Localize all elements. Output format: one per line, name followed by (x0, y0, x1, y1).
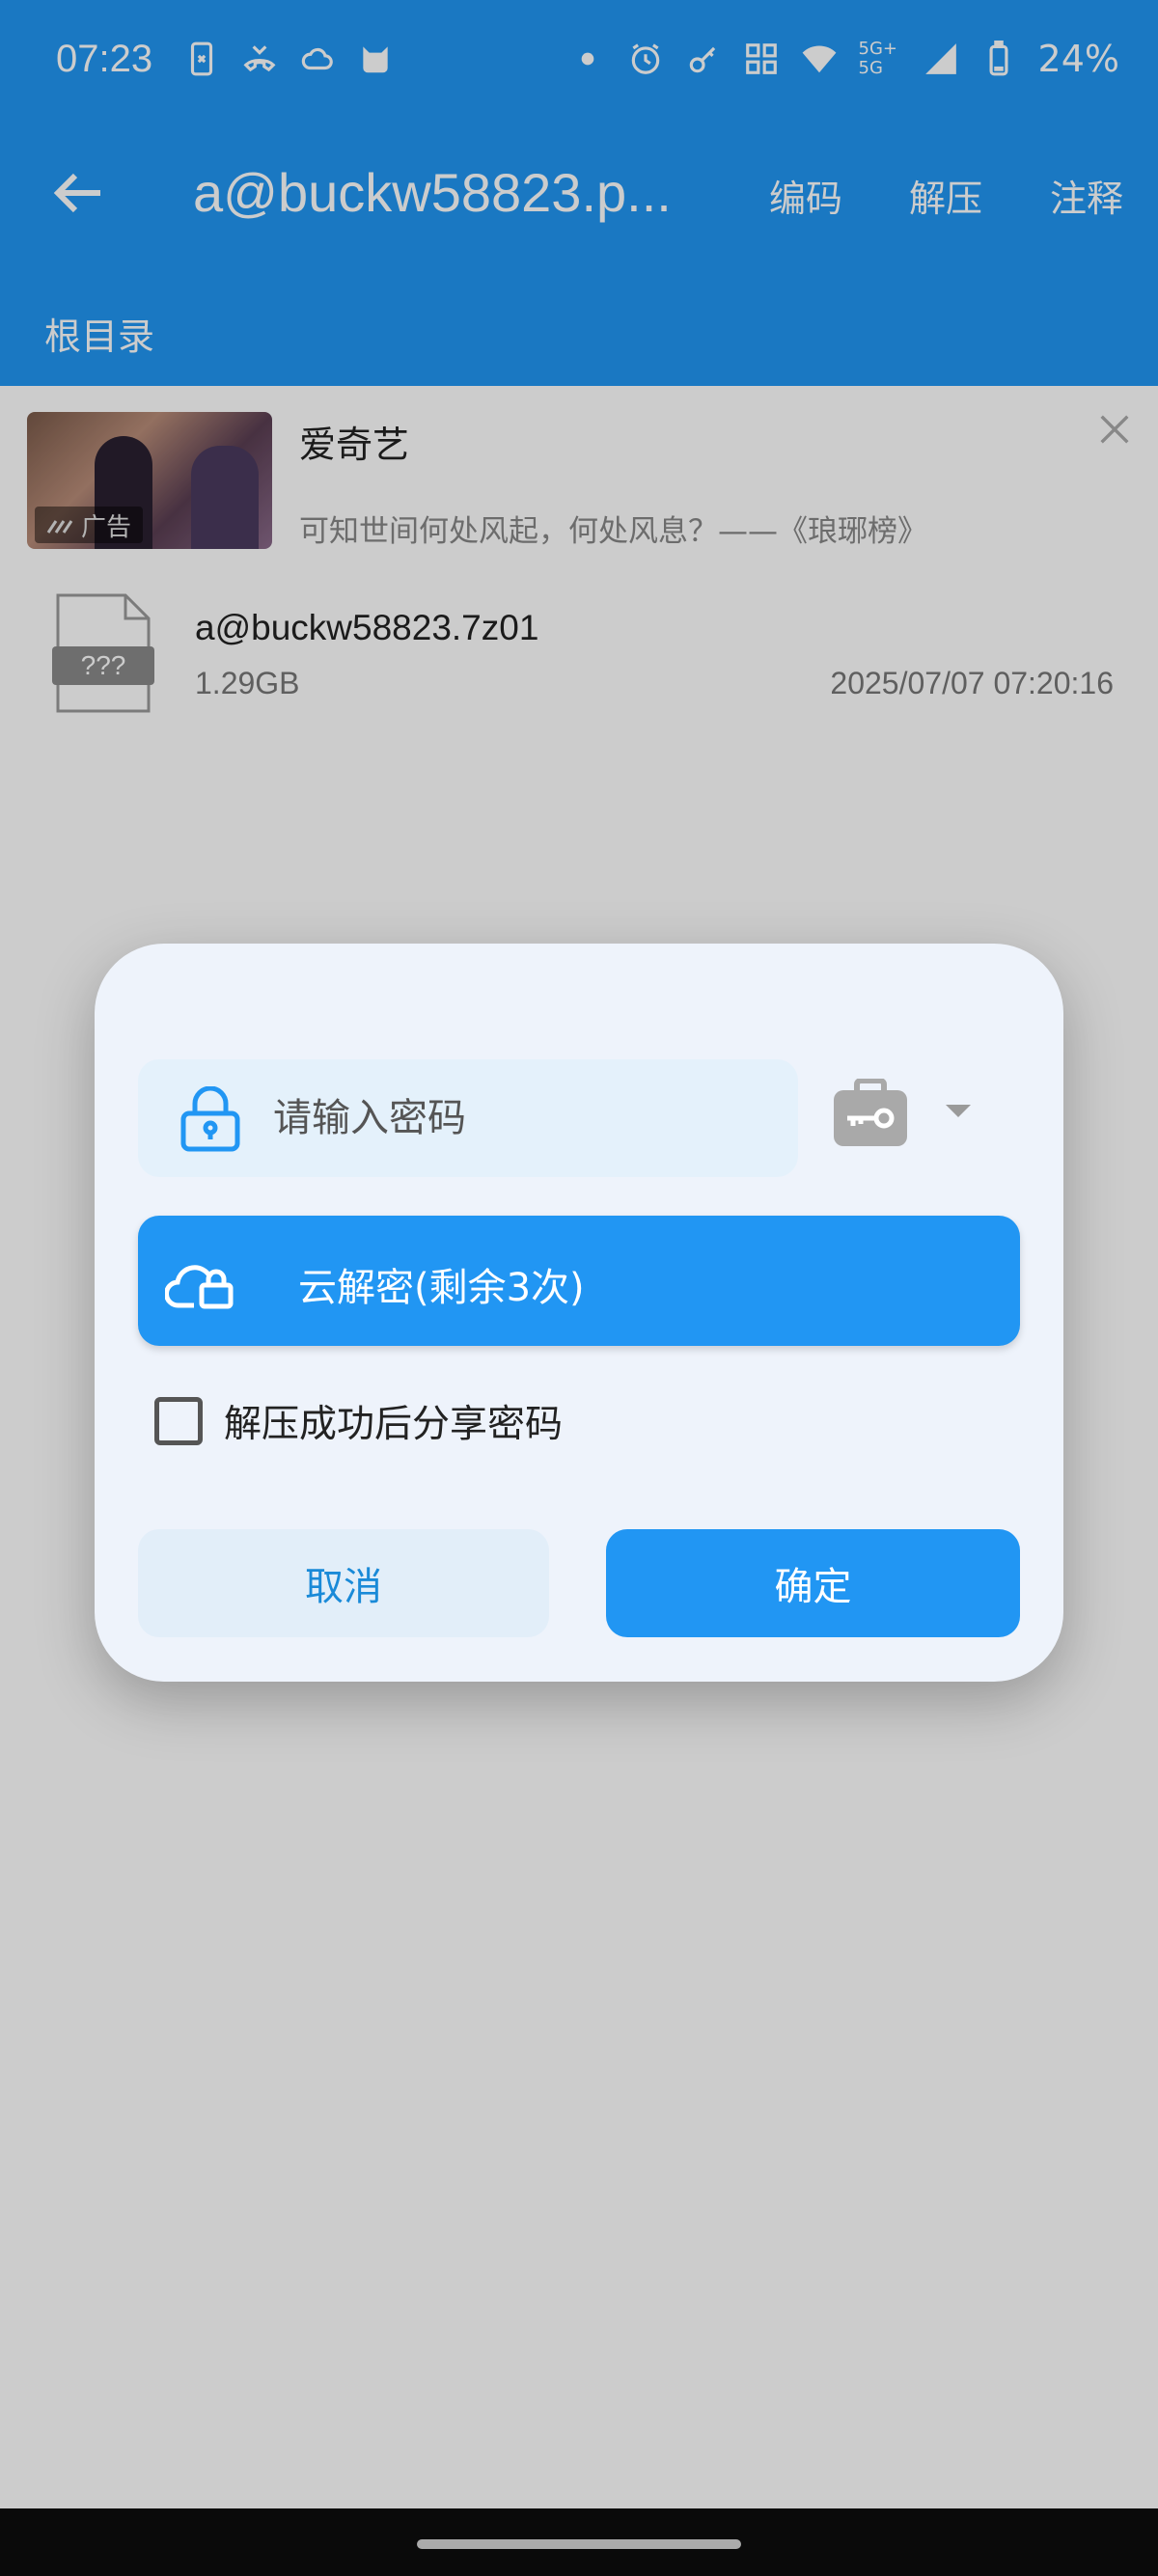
lock-icon (180, 1086, 240, 1152)
share-password-label: 解压成功后分享密码 (224, 1403, 564, 1446)
cloud-decrypt-label: 云解密(剩余3次) (298, 1266, 585, 1310)
password-input[interactable] (273, 1059, 775, 1177)
cloud-lock-icon (165, 1265, 234, 1309)
password-dialog: 云解密(剩余3次) 解压成功后分享密码 取消 确定 (95, 944, 1063, 1682)
chevron-down-icon[interactable] (944, 1101, 973, 1120)
navigation-bar (0, 2508, 1158, 2576)
cloud-decrypt-button[interactable]: 云解密(剩余3次) (138, 1216, 1020, 1346)
share-password-option[interactable]: 解压成功后分享密码 (154, 1387, 563, 1455)
share-password-checkbox[interactable] (154, 1397, 203, 1445)
cancel-button[interactable]: 取消 (138, 1529, 549, 1637)
password-field[interactable] (138, 1059, 798, 1177)
confirm-button[interactable]: 确定 (606, 1529, 1020, 1637)
password-manager-icon[interactable] (832, 1079, 909, 1148)
home-handle[interactable] (417, 2539, 741, 2549)
